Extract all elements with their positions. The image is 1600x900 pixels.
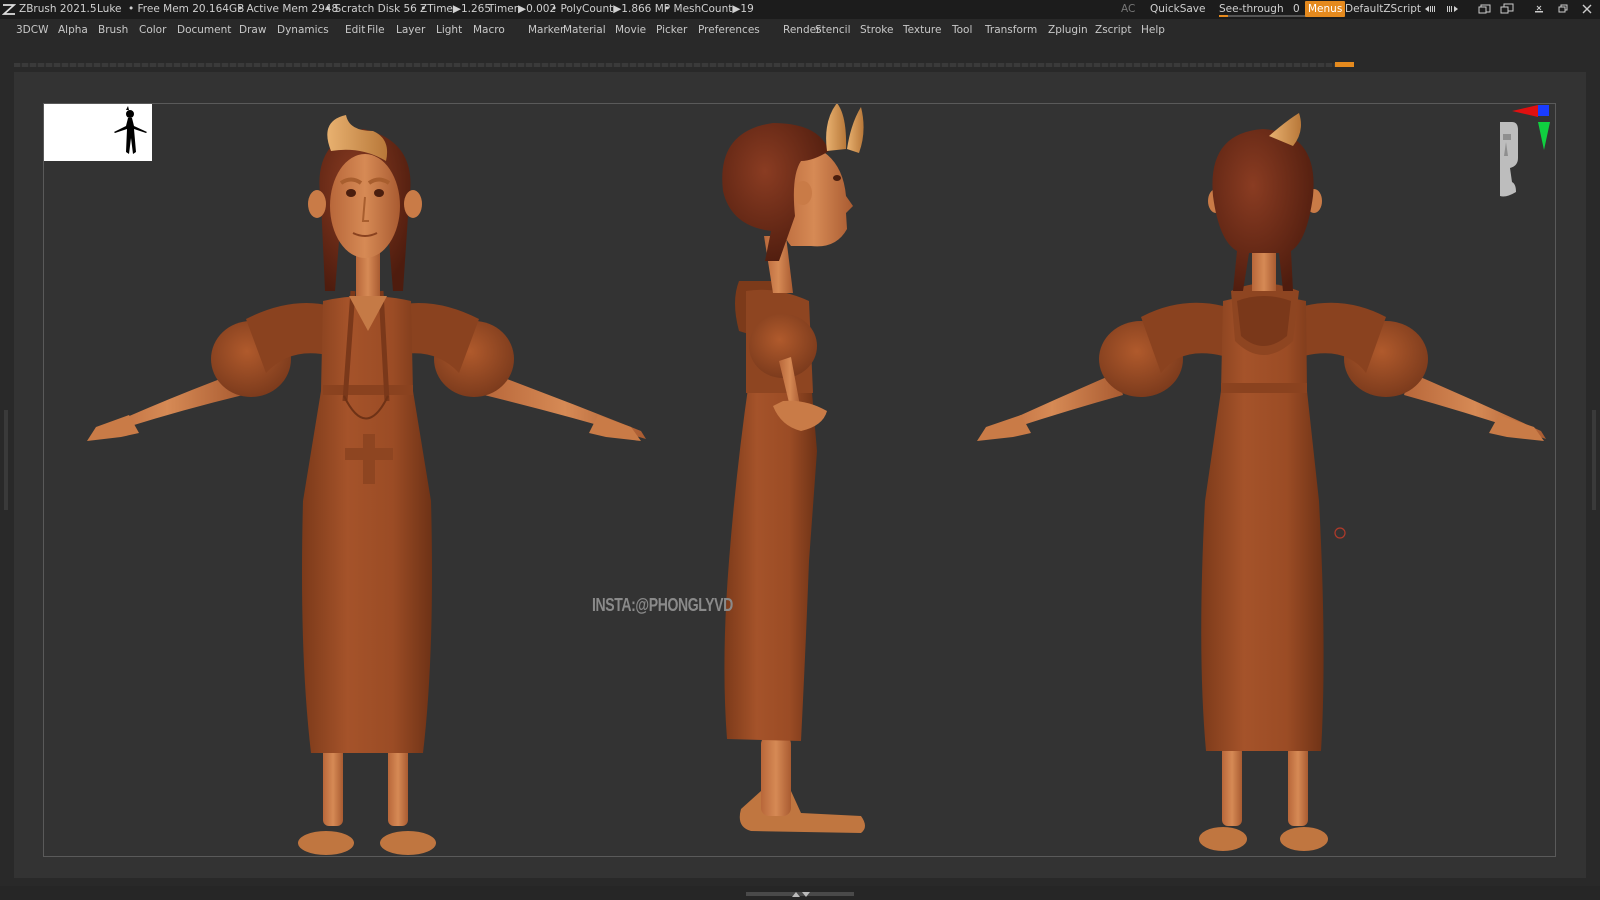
brush-cursor-icon <box>1334 527 1346 539</box>
see-through-fill <box>1219 15 1228 17</box>
shrink-ui-icon[interactable] <box>1424 3 1438 15</box>
menu-item-alpha[interactable]: Alpha <box>58 19 88 41</box>
title-bar: ZBrush 2021.5 Luke • Free Mem 20.164GB •… <box>0 0 1600 19</box>
see-through-label: See-through <box>1219 3 1284 15</box>
timer-readout: Timer▶0.002 <box>488 3 557 15</box>
restore-icon[interactable] <box>1556 3 1570 15</box>
orientation-head-icon <box>1500 122 1518 197</box>
menu-item-transform[interactable]: Transform <box>985 19 1037 41</box>
menu-item-stroke[interactable]: Stroke <box>860 19 893 41</box>
menu-item-color[interactable]: Color <box>139 19 166 41</box>
menu-item-picker[interactable]: Picker <box>656 19 687 41</box>
active-mem-readout: • Active Mem 2948 <box>237 3 339 15</box>
menu-item-file[interactable]: File <box>367 19 385 41</box>
menu-item-zscript[interactable]: Zscript <box>1095 19 1131 41</box>
menu-item-draw[interactable]: Draw <box>239 19 266 41</box>
model-views[interactable] <box>44 104 1556 857</box>
meshcount-readout: • MeshCount▶19 <box>664 3 754 15</box>
menu-item-document[interactable]: Document <box>177 19 231 41</box>
see-through-value: 0 <box>1292 3 1300 15</box>
canvas-viewport[interactable]: INSTA:@PHONGLYVD <box>43 103 1556 857</box>
main-menu-bar: 3DCW Alpha Brush Color Document Draw Dynamics E… <box>0 19 1600 41</box>
shelf-active-marker <box>1335 62 1354 67</box>
menu-item-marker[interactable]: Marker <box>528 19 564 41</box>
layout-save-icon[interactable] <box>1500 3 1514 15</box>
menu-item-preferences[interactable]: Preferences <box>698 19 760 41</box>
see-through-slider[interactable]: See-through 0 <box>1219 0 1311 19</box>
script-selector[interactable]: DefaultZScript <box>1345 0 1421 19</box>
menu-item-edit[interactable]: Edit <box>345 19 365 41</box>
menu-item-3dcw[interactable]: 3DCW <box>16 19 48 41</box>
menu-item-stencil[interactable]: Stencil <box>815 19 851 41</box>
quicksave-button[interactable]: QuickSave <box>1150 0 1205 19</box>
scratch-disk-readout: • Scratch Disk 56 • <box>325 3 427 15</box>
watermark-text: INSTA:@PHONGLYVD <box>592 595 733 615</box>
zbrush-logo-icon[interactable] <box>2 2 16 16</box>
minimize-icon[interactable] <box>1532 3 1546 15</box>
left-tray-handle[interactable] <box>4 410 8 510</box>
menu-item-tool[interactable]: Tool <box>952 19 972 41</box>
menu-item-dynamics[interactable]: Dynamics <box>277 19 329 41</box>
polycount-readout: • PolyCount▶1.866 MP <box>551 3 671 15</box>
shelf-strip <box>14 63 1354 67</box>
menu-item-material[interactable]: Material <box>563 19 606 41</box>
layout-switch-icon[interactable] <box>1478 3 1492 15</box>
navigator-thumbnail[interactable] <box>44 104 152 161</box>
expand-ui-icon[interactable] <box>1446 3 1460 15</box>
app-version: ZBrush 2021.5 <box>19 3 97 15</box>
project-name: Luke <box>97 3 122 15</box>
right-tray-handle[interactable] <box>1592 410 1596 510</box>
menu-item-texture[interactable]: Texture <box>903 19 941 41</box>
menu-item-light[interactable]: Light <box>436 19 462 41</box>
model-side-view[interactable] <box>722 104 865 833</box>
tray-toggle-arrows-icon[interactable] <box>791 890 811 898</box>
menu-item-movie[interactable]: Movie <box>615 19 646 41</box>
menu-item-zplugin[interactable]: Zplugin <box>1048 19 1088 41</box>
menu-item-layer[interactable]: Layer <box>396 19 425 41</box>
axis-gizmo-icon[interactable] <box>1500 100 1560 220</box>
menu-item-macro[interactable]: Macro <box>473 19 505 41</box>
close-icon[interactable] <box>1580 3 1594 15</box>
menu-item-help[interactable]: Help <box>1141 19 1165 41</box>
model-back-view[interactable] <box>977 113 1546 851</box>
menus-toggle-button[interactable]: Menus <box>1305 1 1346 17</box>
ztime-readout: ZTime▶1.265 <box>420 3 492 15</box>
free-mem-readout: • Free Mem 20.164GB <box>128 3 245 15</box>
silhouette-icon <box>114 106 147 154</box>
model-front-view[interactable] <box>87 115 646 855</box>
ac-button[interactable]: AC <box>1121 0 1135 19</box>
see-through-track[interactable] <box>1219 15 1311 17</box>
menu-item-brush[interactable]: Brush <box>98 19 128 41</box>
